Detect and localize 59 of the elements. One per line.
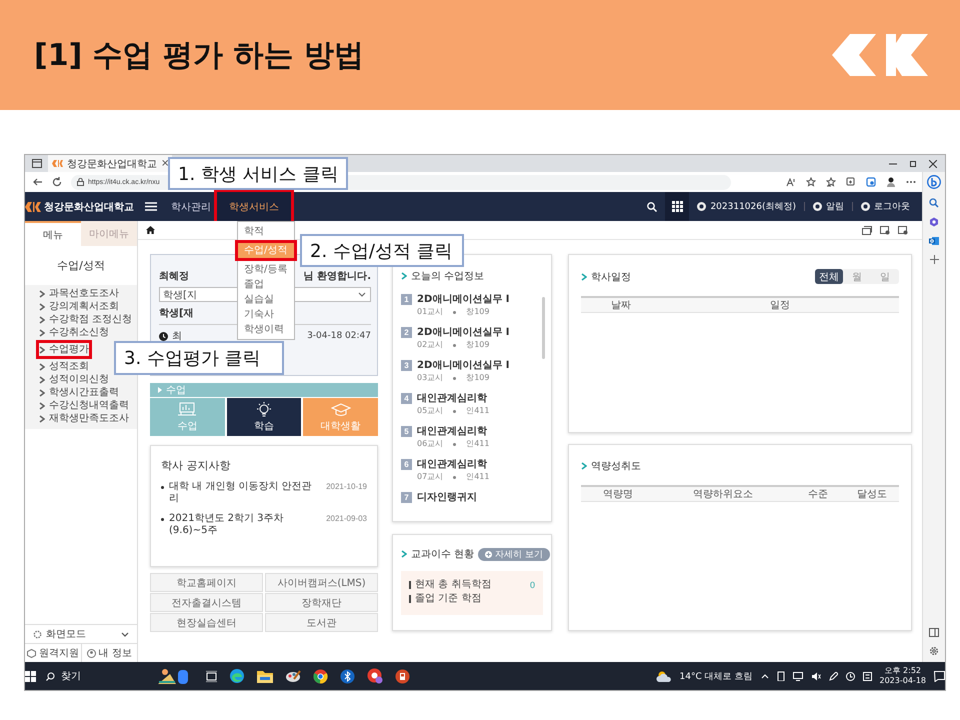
clock-date: 2023-04-18 [880,676,926,686]
number-badge: 2 [401,327,412,338]
card-title: 오늘의 수업정보 [411,270,484,283]
notice-date: 2021-10-19 [326,481,367,493]
notice-date: 2021-09-03 [326,513,367,525]
callout-label: 2. 수업/성적 클릭 [300,234,464,267]
class-period: 05교시 [417,405,444,417]
status-text: 학생[재 [159,307,194,320]
credit-label: 졸업 기준 학점 [415,592,482,606]
classroom: 창109 [466,372,490,384]
class-period: 06교시 [417,438,444,450]
slide-title: [1] 수업 평가 하는 방법 [34,36,364,74]
card-title: 학사일정 [591,270,631,284]
card-title: 역량성취도 [591,460,641,473]
course-name: 2D애니메이션실무 Ⅰ [417,293,510,306]
welcome-text: 님 환영합니다. [304,270,371,283]
number-badge: 7 [401,492,412,503]
callout-label: 1. 학생 서비스 클릭 [168,157,348,190]
card-title: 교과이수 현황 [411,548,474,561]
clock-time: 오후 2:52 [884,666,921,676]
column-header: 역량명 [603,488,634,501]
classroom: 인411 [466,405,490,417]
number-badge: 6 [401,459,412,470]
course-name: 2D애니메이션실무 Ⅰ [417,359,510,372]
number-badge: 3 [401,360,412,371]
course-name: 대인관계심리학 [417,425,487,438]
classroom: 창109 [466,339,490,351]
course-name: 대인관계심리학 [417,458,487,471]
credit-value: 0 [530,580,535,590]
column-header: 일정 [770,299,790,312]
class-period: 03교시 [417,372,444,384]
classroom: 창109 [466,306,490,318]
login-time: 3-04-18 02:47 [307,331,371,341]
weather-text: 14°C 대체로 흐림 [680,670,752,682]
school-name: 청강문화산업대학교 [44,200,134,214]
class-period: 02교시 [417,339,444,351]
column-header: 수준 [808,488,828,501]
course-name: 2D애니메이션실무 Ⅰ [417,326,510,339]
course-name: 대인관계심리학 [417,392,487,405]
user-id: 202311026(최혜정) [710,201,796,213]
callout-label: 3. 수업평가 클릭 [114,341,284,375]
number-badge: 4 [401,393,412,404]
classroom: 인411 [466,438,490,450]
user-name: 최혜정 [159,270,189,283]
number-badge: 1 [401,294,412,305]
class-period: 01교시 [417,306,444,318]
column-header: 달성도 [856,488,887,501]
credit-label: 현재 총 취득학점 [415,578,492,592]
course-name: 디자인랭귀지 [417,491,477,504]
card-title: 학사 공지사항 [161,458,232,473]
classroom: 인411 [466,471,490,483]
sidebar-title: 수업/성적 [57,258,105,273]
class-period: 07교시 [417,471,444,483]
column-header: 역량하위요소 [693,488,754,501]
tab-title: 청강문화산업대학교 [67,158,157,170]
column-header: 날짜 [610,299,631,312]
section-title: 수업 [166,384,186,397]
login-label: 최 [172,330,182,343]
number-badge: 5 [401,426,412,437]
